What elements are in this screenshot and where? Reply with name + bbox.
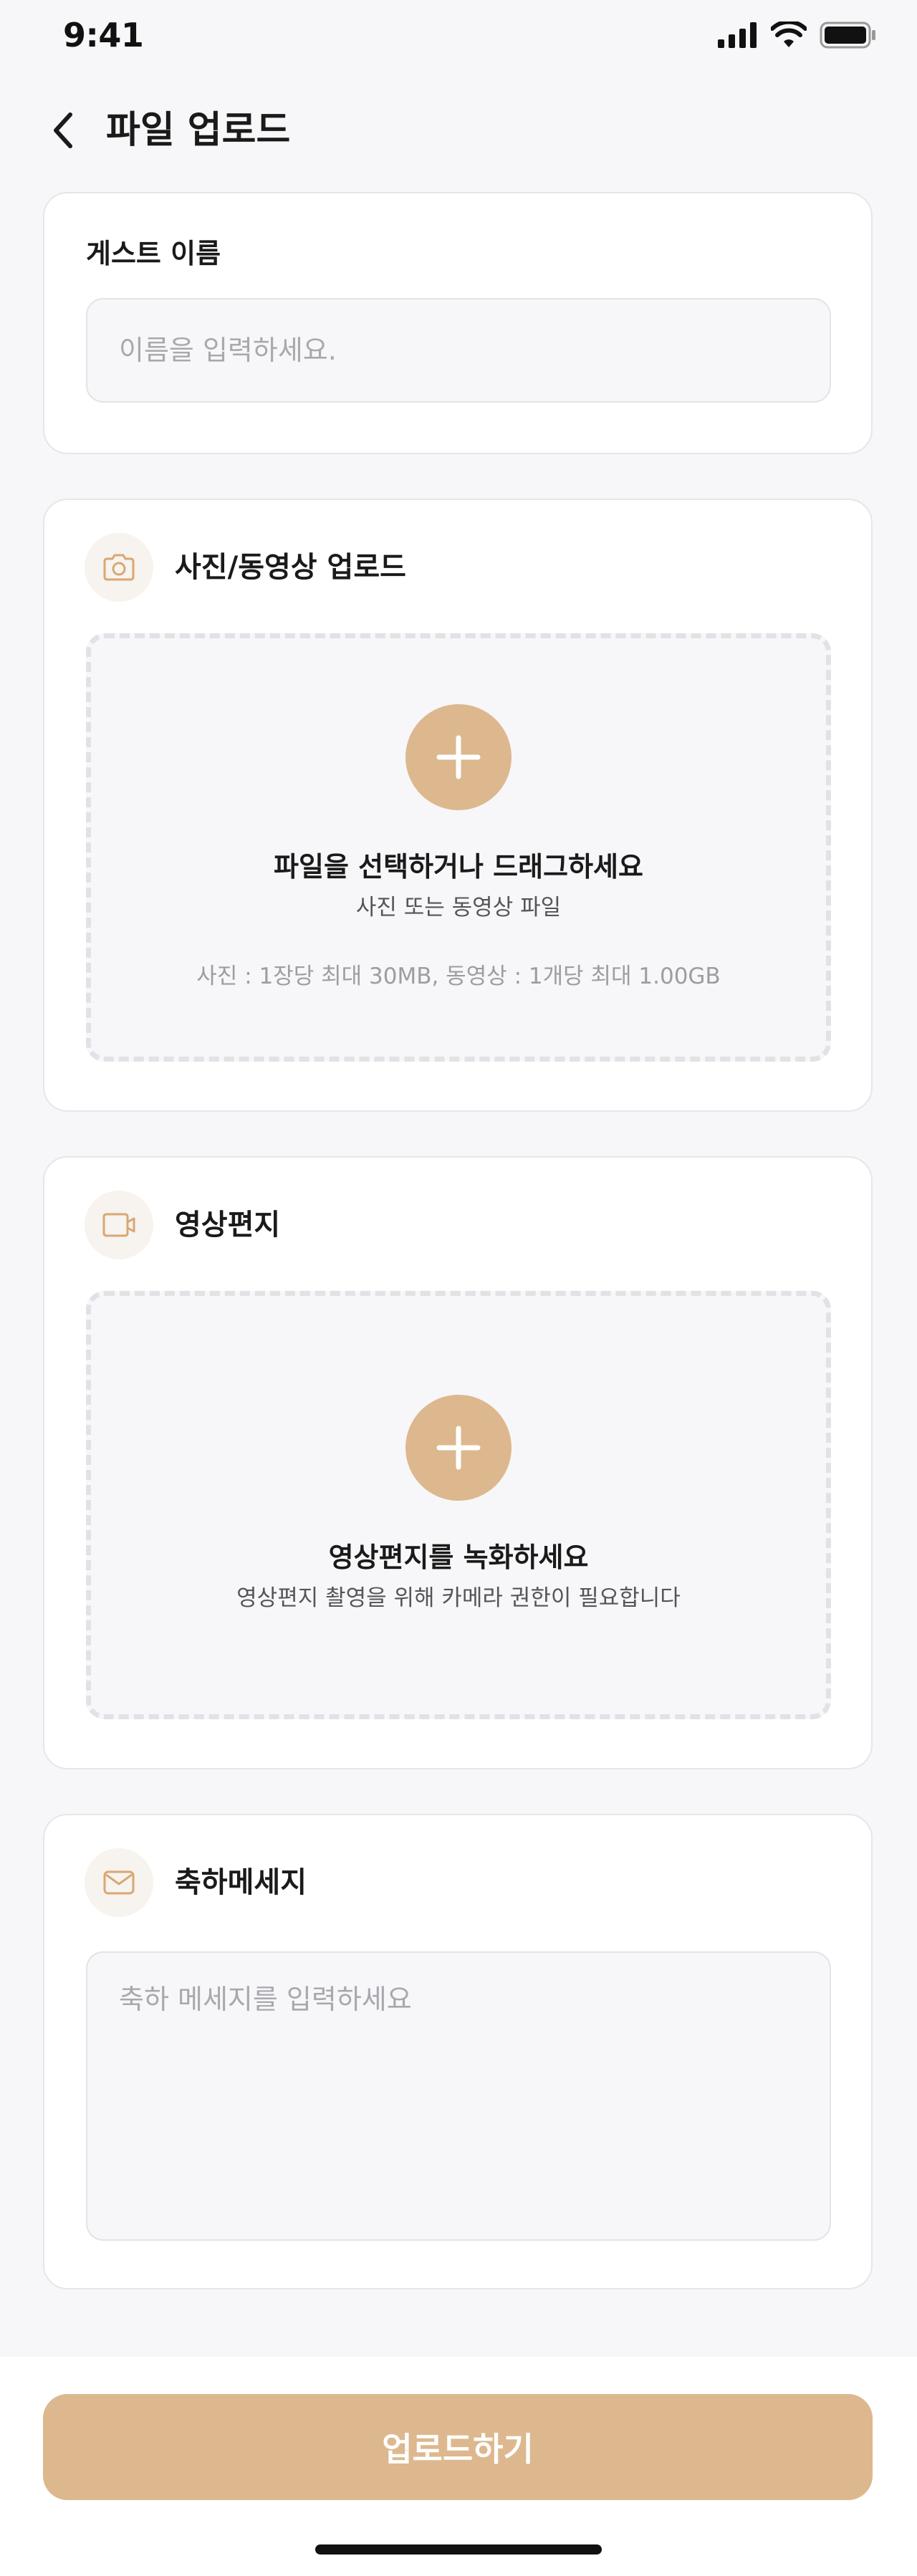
cellular-signal-icon [718, 22, 757, 48]
status-time: 9:41 [63, 16, 144, 54]
bottom-bar: 업로드하기 [0, 2357, 917, 2576]
header: 파일 업로드 [0, 93, 917, 165]
plus-icon [436, 735, 481, 779]
battery-icon [820, 21, 875, 49]
back-button[interactable] [40, 107, 86, 153]
message-header: 축하메세지 [85, 1848, 307, 1917]
page-title: 파일 업로드 [106, 109, 291, 152]
message-card: 축하메세지 [43, 1814, 873, 2289]
photo-upload-title: 사진/동영상 업로드 [175, 551, 406, 584]
camera-icon [103, 554, 135, 581]
photo-dropzone-subtitle: 사진 또는 동영상 파일 [355, 895, 562, 921]
video-letter-card: 영상편지 영상편지를 녹화하세요 영상편지 촬영을 위해 카메라 권한이 필요합… [43, 1156, 873, 1769]
guest-name-card: 게스트 이름 [43, 192, 873, 454]
status-bar: 9:41 [0, 0, 917, 72]
photo-dropzone[interactable]: 파일을 선택하거나 드래그하세요 사진 또는 동영상 파일 사진 : 1장당 최… [86, 633, 831, 1062]
guest-name-label: 게스트 이름 [86, 238, 221, 269]
add-file-button[interactable] [405, 704, 512, 810]
wifi-icon [771, 21, 807, 47]
mail-icon [103, 1870, 135, 1895]
chevron-left-icon [54, 112, 72, 148]
video-letter-header: 영상편지 [85, 1191, 280, 1259]
plus-icon [436, 1426, 481, 1470]
home-indicator [315, 2544, 602, 2555]
mail-icon-wrap [85, 1848, 153, 1917]
upload-page: 9:41 파일 업로드 게스트 이름 이름을 입력하세요. 사진/동영상 업로드… [0, 0, 917, 2576]
status-icons [718, 21, 877, 49]
upload-button[interactable]: 업로드하기 [43, 2394, 873, 2500]
video-letter-dropzone-title: 영상편지를 녹화하세요 [328, 1542, 589, 1573]
video-icon-wrap [85, 1191, 153, 1259]
message-title: 축하메세지 [175, 1866, 307, 1899]
photo-video-upload-card: 사진/동영상 업로드 파일을 선택하거나 드래그하세요 사진 또는 동영상 파일… [43, 499, 873, 1112]
upload-limit-note: 사진 : 1장당 최대 30MB, 동영상 : 1개당 최대 1.00GB [196, 963, 721, 989]
photo-upload-header: 사진/동영상 업로드 [85, 533, 406, 602]
video-letter-dropzone-subtitle: 영상편지 촬영을 위해 카메라 권한이 필요합니다 [236, 1585, 681, 1611]
video-letter-title: 영상편지 [175, 1208, 281, 1241]
message-textarea[interactable] [86, 1951, 831, 2241]
photo-dropzone-title: 파일을 선택하거나 드래그하세요 [274, 851, 643, 883]
camera-icon-wrap [85, 533, 153, 602]
video-letter-dropzone[interactable]: 영상편지를 녹화하세요 영상편지 촬영을 위해 카메라 권한이 필요합니다 [86, 1291, 831, 1719]
video-camera-icon [102, 1213, 135, 1237]
record-video-button[interactable] [405, 1395, 512, 1501]
guest-name-input[interactable] [86, 298, 831, 403]
